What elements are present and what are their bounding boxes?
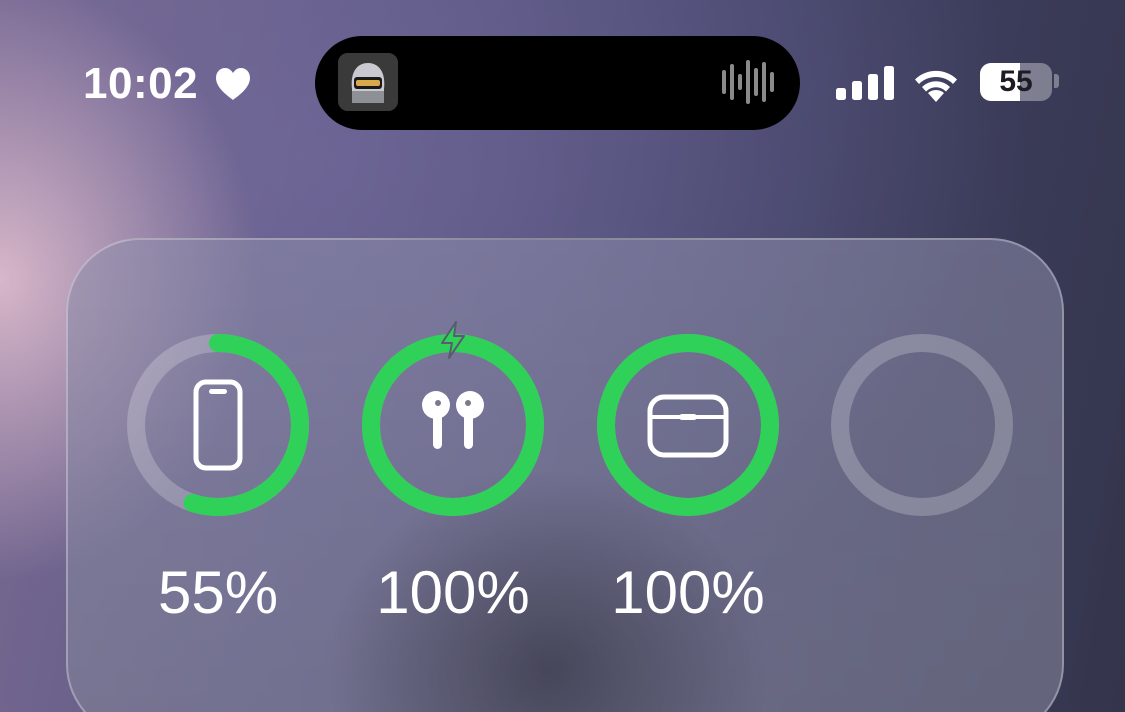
waveform-icon (722, 60, 774, 104)
charging-bolt-icon (441, 321, 465, 359)
wifi-icon (915, 70, 957, 102)
device-airpods: 100% (358, 321, 548, 660)
airpods-case-icon (647, 394, 729, 458)
iphone-icon (193, 379, 243, 471)
device-empty-slot (827, 330, 1017, 660)
status-time: 10:02 (83, 59, 199, 108)
lock-screen: 10:02 55 55% 100% 100% (0, 0, 1125, 712)
battery-level-text: 55 (999, 65, 1033, 98)
battery-percent: 100% (376, 559, 530, 626)
album-art-icon[interactable] (338, 53, 398, 111)
heart-icon (216, 68, 250, 100)
cellular-signal-icon (836, 66, 894, 100)
batteries-widget[interactable]: 55% 100% 100% (66, 238, 1064, 712)
battery-ring (831, 334, 1013, 516)
battery-percent: 55% (157, 559, 279, 626)
airpods-icon (422, 391, 484, 449)
device-airpods-case: 100% (593, 330, 783, 660)
battery-indicator: 55 (980, 63, 1052, 101)
battery-percent: 100% (611, 559, 765, 626)
battery-nub (1054, 74, 1059, 88)
device-iphone: 55% (123, 330, 313, 660)
